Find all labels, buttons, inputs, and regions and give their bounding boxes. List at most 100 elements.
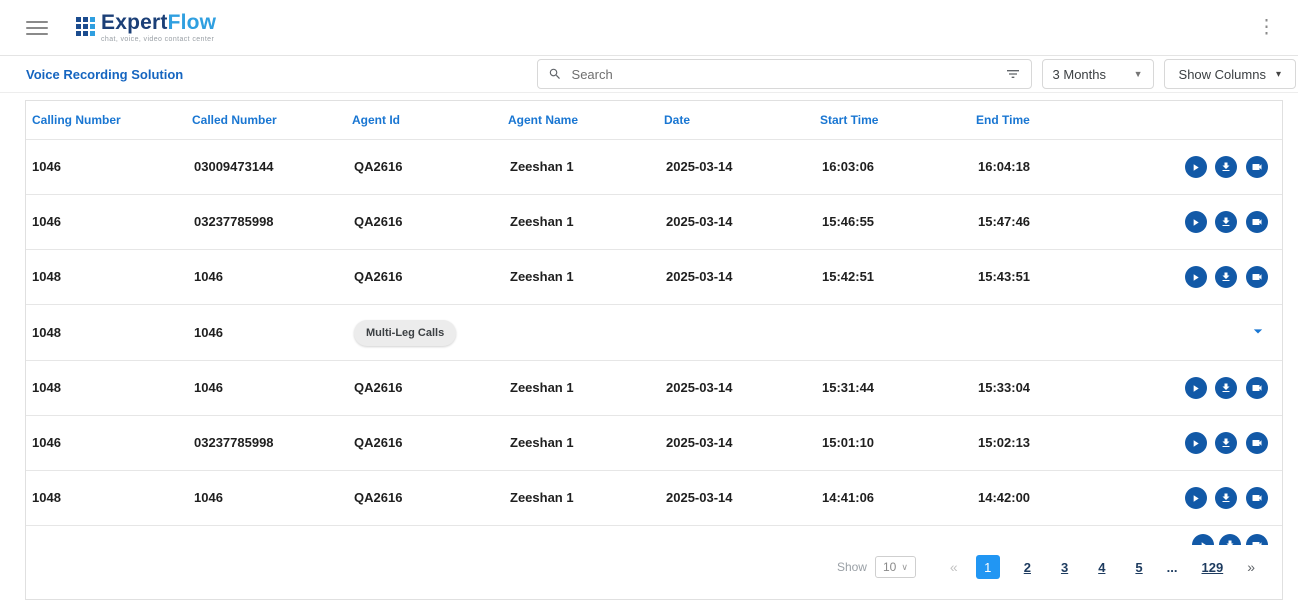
- filter-icon[interactable]: [1005, 66, 1021, 82]
- video-icon: [1251, 271, 1263, 283]
- page-button-1[interactable]: 1: [976, 555, 1000, 579]
- cell-end-time: 15:43:51: [970, 250, 1126, 305]
- cell-actions: [1126, 416, 1282, 471]
- cell-end-time: 14:42:00: [970, 471, 1126, 526]
- download-icon: [1224, 539, 1236, 545]
- show-columns-button[interactable]: Show Columns ▾: [1164, 59, 1296, 89]
- cell-called-number: 1046: [186, 471, 346, 526]
- column-called-number: Called Number: [186, 101, 346, 140]
- cell-agent-id: QA2616: [346, 250, 502, 305]
- download-button[interactable]: [1215, 266, 1237, 288]
- prev-page-button[interactable]: «: [950, 559, 958, 575]
- play-button[interactable]: [1185, 432, 1207, 454]
- play-button[interactable]: [1185, 156, 1207, 178]
- search-input[interactable]: [570, 66, 997, 83]
- play-button[interactable]: [1185, 377, 1207, 399]
- download-button[interactable]: [1215, 377, 1237, 399]
- next-page-button[interactable]: »: [1247, 559, 1255, 575]
- page-button-4[interactable]: 4: [1092, 559, 1111, 576]
- cell-calling-number: 1048: [26, 471, 186, 526]
- download-icon: [1220, 382, 1232, 394]
- download-icon: [1220, 492, 1232, 504]
- cell-date: [658, 305, 814, 361]
- page-button-5[interactable]: 5: [1129, 559, 1148, 576]
- video-icon: [1251, 539, 1263, 545]
- search-box: [537, 59, 1032, 89]
- cell-agent-name: Zeeshan 1: [502, 471, 658, 526]
- column-date: Date: [658, 101, 814, 140]
- download-button[interactable]: [1215, 432, 1237, 454]
- cell-agent-name: Zeeshan 1: [502, 361, 658, 416]
- grid-logo-icon: [76, 17, 95, 36]
- play-button[interactable]: [1185, 487, 1207, 509]
- page-title: Voice Recording Solution: [26, 67, 183, 82]
- cell-calling-number: 1046: [26, 416, 186, 471]
- download-button[interactable]: [1219, 534, 1241, 545]
- cell-called-number: 1046: [186, 250, 346, 305]
- cell-calling-number: 1048: [26, 250, 186, 305]
- table-row: 1046 03237785998 QA2616 Zeeshan 1 2025-0…: [26, 416, 1282, 471]
- cell-actions: [1126, 305, 1282, 361]
- page-button-2[interactable]: 2: [1018, 559, 1037, 576]
- table-row: 1048 1046 QA2616 Zeeshan 1 2025-03-14 15…: [26, 250, 1282, 305]
- download-button[interactable]: [1215, 156, 1237, 178]
- cell-called-number: 03009473144: [186, 140, 346, 195]
- dropdown-arrow-icon: ▼: [1134, 69, 1143, 79]
- page-size-value: 10: [883, 560, 896, 574]
- period-select[interactable]: 3 Months ▼: [1042, 59, 1154, 89]
- expand-row-button[interactable]: [1248, 321, 1268, 344]
- video-button[interactable]: [1246, 487, 1268, 509]
- video-button[interactable]: [1246, 156, 1268, 178]
- cell-agent-id: QA2616: [346, 195, 502, 250]
- cell-start-time: 15:31:44: [814, 361, 970, 416]
- video-icon: [1251, 382, 1263, 394]
- column-calling-number: Calling Number: [26, 101, 186, 140]
- download-button[interactable]: [1215, 487, 1237, 509]
- cell-end-time: [970, 305, 1126, 361]
- cell-agent-id: QA2616: [346, 140, 502, 195]
- page-button-129[interactable]: 129: [1196, 559, 1230, 576]
- cell-end-time: 15:47:46: [970, 195, 1126, 250]
- results-panel: Calling Number Called Number Agent Id Ag…: [25, 100, 1283, 600]
- play-button[interactable]: [1185, 266, 1207, 288]
- page-ellipsis: ...: [1167, 560, 1178, 575]
- show-columns-label: Show Columns: [1179, 67, 1266, 82]
- page-size-label: Show: [837, 560, 867, 574]
- cell-start-time: 14:41:06: [814, 471, 970, 526]
- cell-agent-id: Multi-Leg Calls: [346, 305, 502, 361]
- play-icon: [1190, 272, 1201, 283]
- play-icon: [1190, 493, 1201, 504]
- cell-agent-name: Zeeshan 1: [502, 140, 658, 195]
- video-button[interactable]: [1246, 266, 1268, 288]
- cell-start-time: 15:01:10: [814, 416, 970, 471]
- video-button[interactable]: [1246, 211, 1268, 233]
- chevron-down-icon: [1248, 321, 1268, 341]
- video-button[interactable]: [1246, 377, 1268, 399]
- hamburger-menu-icon[interactable]: [26, 21, 48, 35]
- page-size-select[interactable]: 10 ∨: [875, 556, 916, 578]
- download-icon: [1220, 437, 1232, 449]
- play-icon: [1190, 438, 1201, 449]
- brand-name: ExpertFlow: [101, 12, 216, 33]
- video-icon: [1251, 161, 1263, 173]
- video-button[interactable]: [1246, 534, 1268, 545]
- download-icon: [1220, 161, 1232, 173]
- recordings-table: Calling Number Called Number Agent Id Ag…: [26, 101, 1282, 525]
- cell-called-number: 1046: [186, 361, 346, 416]
- video-icon: [1251, 492, 1263, 504]
- cell-actions: [1126, 140, 1282, 195]
- kebab-menu-icon[interactable]: ⋮: [1251, 14, 1282, 41]
- video-button[interactable]: [1246, 432, 1268, 454]
- page-button-3[interactable]: 3: [1055, 559, 1074, 576]
- download-button[interactable]: [1215, 211, 1237, 233]
- play-button[interactable]: [1185, 211, 1207, 233]
- search-icon: [548, 67, 562, 81]
- table-row: 1048 1046 QA2616 Zeeshan 1 2025-03-14 14…: [26, 471, 1282, 526]
- cell-agent-name: Zeeshan 1: [502, 195, 658, 250]
- cell-start-time: 15:46:55: [814, 195, 970, 250]
- cell-date: 2025-03-14: [658, 195, 814, 250]
- cell-date: 2025-03-14: [658, 250, 814, 305]
- cell-actions: [1126, 471, 1282, 526]
- play-button[interactable]: [1192, 534, 1214, 545]
- cell-calling-number: 1048: [26, 361, 186, 416]
